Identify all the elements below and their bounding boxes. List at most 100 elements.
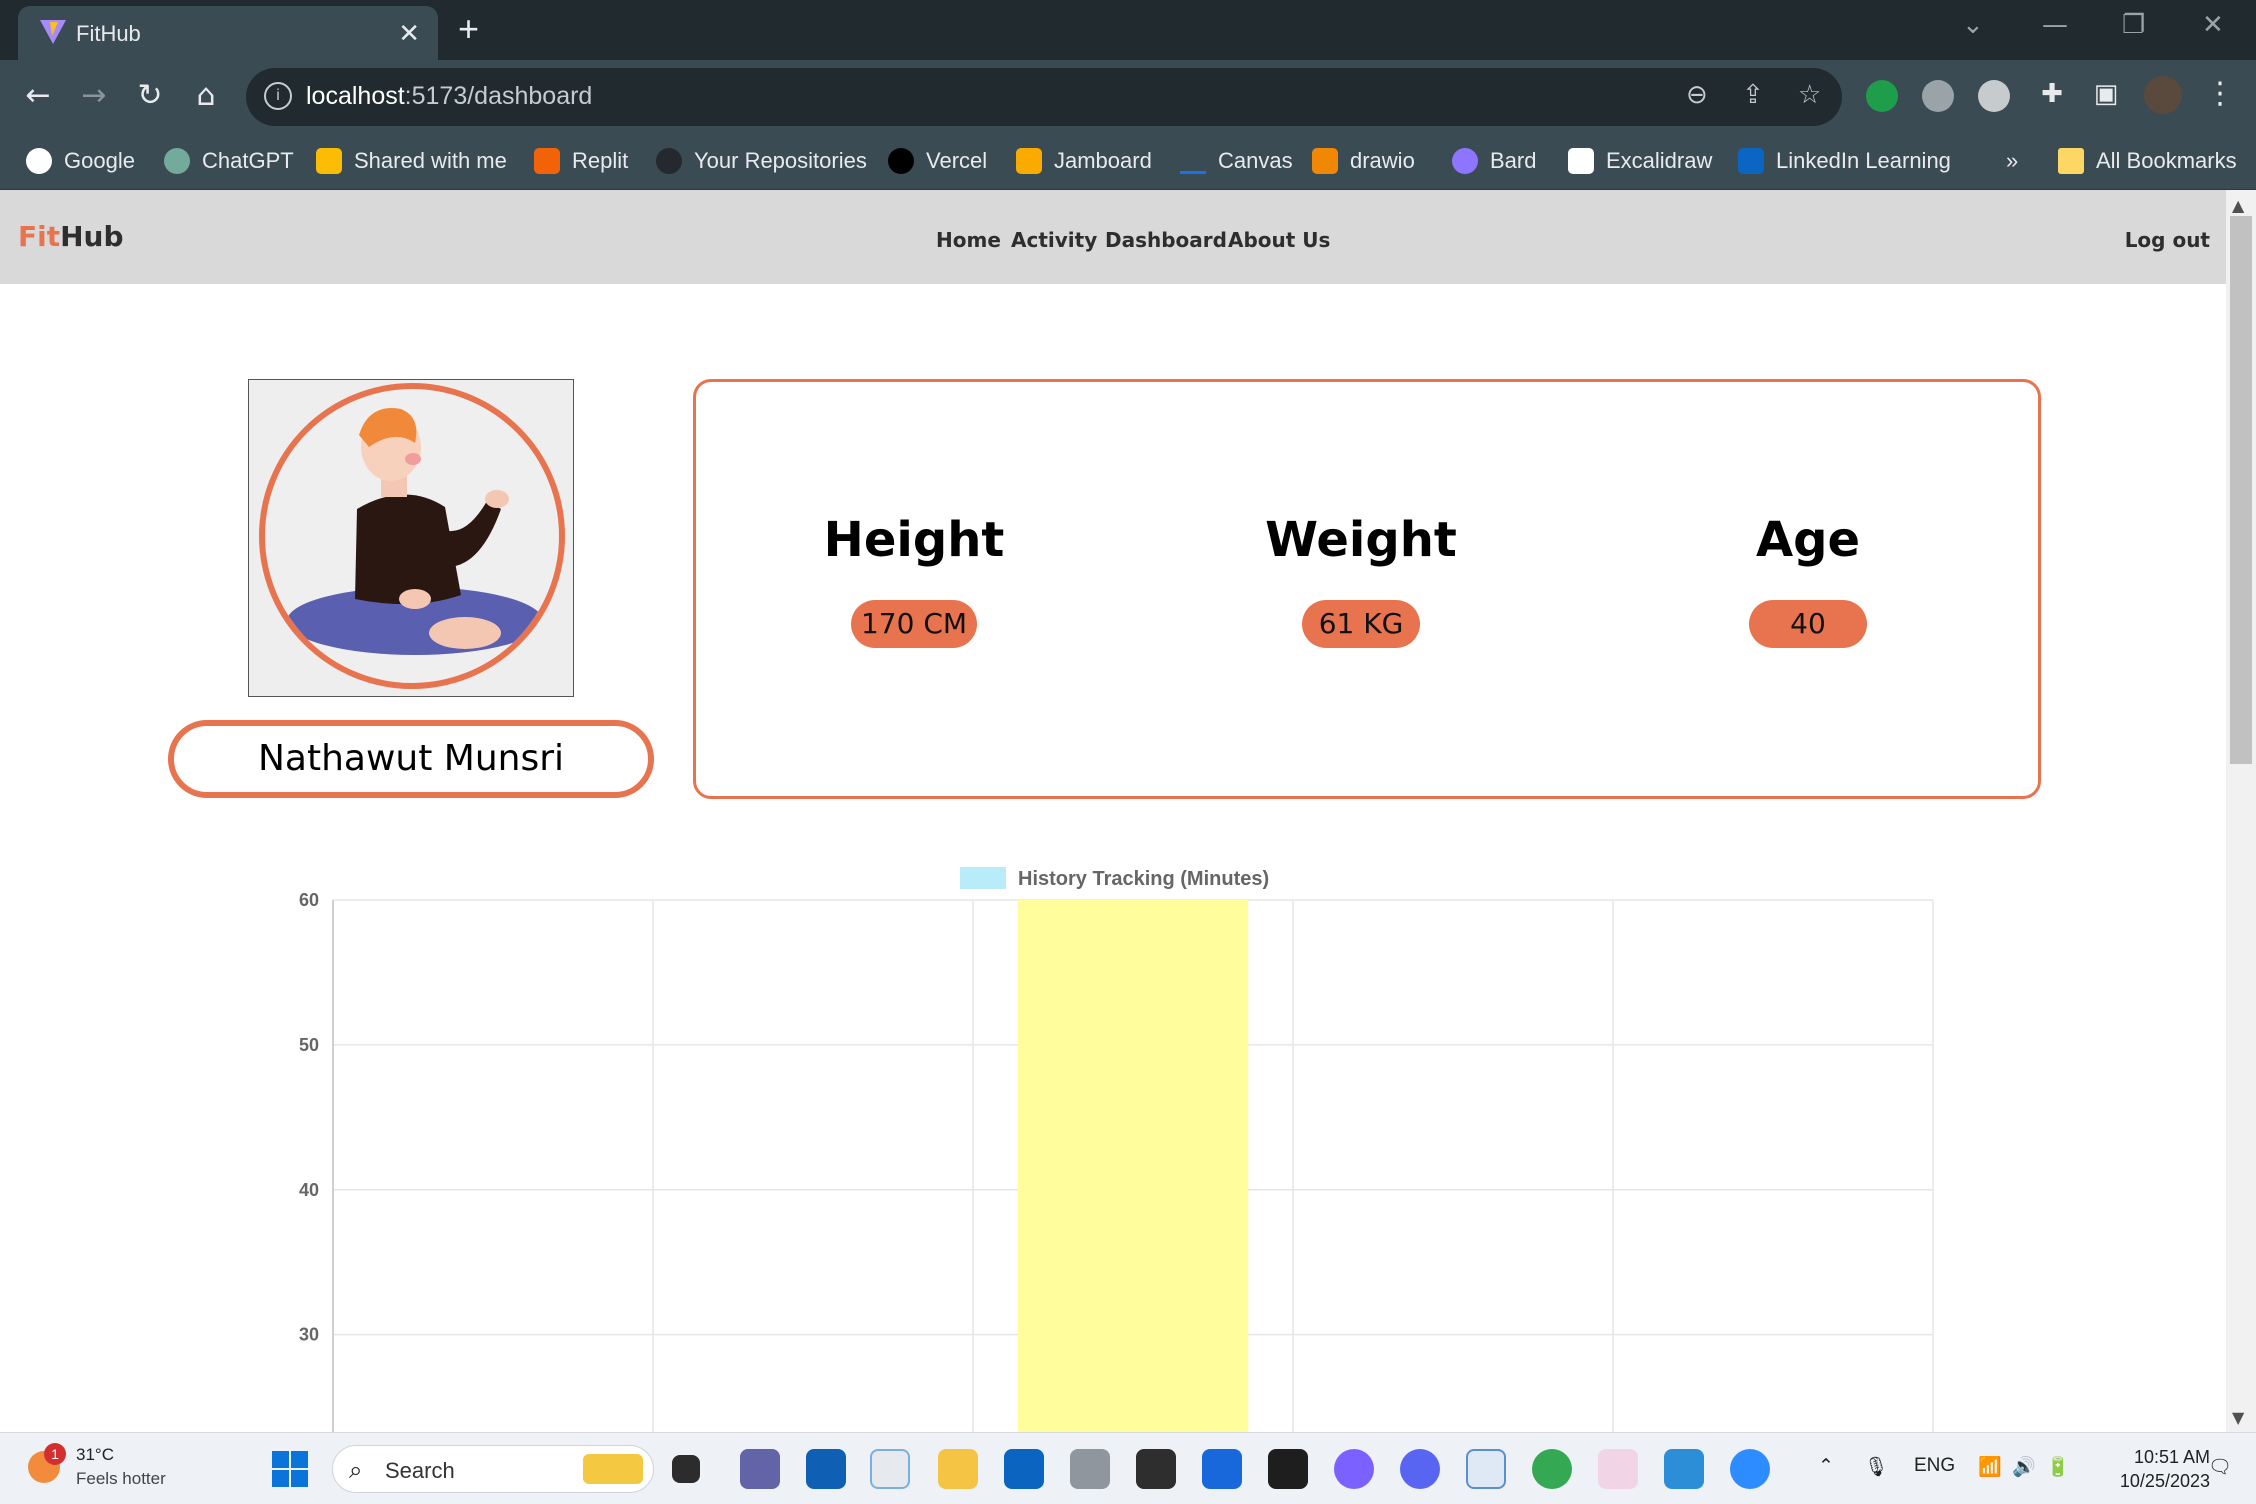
volume-icon[interactable]: 🔊 (2012, 1455, 2036, 1479)
bookmark-jamboard[interactable]: Jamboard (1016, 144, 1152, 178)
bookmark-star-icon[interactable]: ☆ (1798, 80, 1821, 110)
app-window-icon[interactable] (1466, 1449, 1506, 1489)
stat-weight: Weight 61 KG (1211, 512, 1511, 648)
file-explorer-icon[interactable] (938, 1449, 978, 1489)
extensions-puzzle-icon[interactable]: ✚ (2032, 74, 2072, 114)
folder-icon (2058, 148, 2084, 174)
bookmark-linkedin-learning[interactable]: LinkedIn Learning (1738, 144, 1951, 178)
canvas-icon (1180, 148, 1206, 174)
y-tick-label: 50 (299, 1035, 319, 1055)
bookmark-canvas[interactable]: Canvas (1180, 144, 1293, 178)
discord-icon[interactable] (1400, 1449, 1440, 1489)
profile-avatar[interactable] (2144, 76, 2182, 114)
bookmark-vercel[interactable]: Vercel (888, 144, 987, 178)
new-tab-icon[interactable]: + (458, 8, 479, 50)
copilot-icon[interactable] (1334, 1449, 1374, 1489)
side-panel-icon[interactable]: ▣ (2086, 74, 2126, 114)
home-icon[interactable]: ⌂ (186, 76, 226, 116)
settings-gear-icon[interactable] (1978, 80, 2010, 112)
nav-home[interactable]: Home (936, 228, 1001, 252)
y-tick-label: 30 (299, 1325, 319, 1345)
chrome-icon[interactable] (1532, 1449, 1572, 1489)
database-icon[interactable] (1070, 1449, 1110, 1489)
bookmark-chatgpt[interactable]: ChatGPT (164, 144, 294, 178)
drawio-icon (1312, 148, 1338, 174)
y-tick-label: 60 (299, 890, 319, 910)
language-indicator[interactable]: ENG (1914, 1455, 1955, 1477)
scroll-up-icon[interactable]: ▲ (2232, 196, 2244, 215)
logout-link[interactable]: Log out (2125, 228, 2210, 252)
drive-icon (316, 148, 342, 174)
bookmark-shared-with-me[interactable]: Shared with me (316, 144, 507, 178)
tray-overflow-icon[interactable]: ⌃ (1818, 1455, 1834, 1478)
zoom-icon[interactable] (1730, 1449, 1770, 1489)
nav-about-us[interactable]: About Us (1228, 228, 1330, 252)
extension-green-icon[interactable] (1866, 80, 1898, 112)
forward-arrow-icon[interactable]: → (74, 76, 114, 116)
tab-close-icon[interactable]: ✕ (398, 18, 420, 49)
store-icon[interactable] (806, 1449, 846, 1489)
trello-icon[interactable] (1202, 1449, 1242, 1489)
figma-icon[interactable] (1268, 1449, 1308, 1489)
stat-label: Age (1755, 512, 1861, 568)
slack-icon[interactable] (1598, 1449, 1638, 1489)
share-icon[interactable]: ⇪ (1742, 80, 1764, 110)
vscode-icon[interactable] (1664, 1449, 1704, 1489)
stat-value-badge: 170 CM (850, 600, 978, 648)
window-close-icon[interactable]: ✕ (2202, 10, 2224, 40)
back-arrow-icon[interactable]: ← (18, 76, 58, 116)
scrollbar-thumb[interactable] (2230, 216, 2252, 764)
fithub-logo[interactable]: FitHub (18, 220, 124, 253)
restore-icon[interactable]: ❐ (2122, 10, 2145, 40)
zoom-icon[interactable]: ⊖ (1686, 80, 1708, 110)
task-view-icon[interactable] (672, 1455, 700, 1483)
vite-favicon-icon (40, 20, 66, 44)
terminal-icon[interactable] (1136, 1449, 1176, 1489)
weather-temperature[interactable]: 31°C (76, 1445, 114, 1465)
battery-icon[interactable]: 🔋 (2046, 1455, 2070, 1479)
all-bookmarks-folder[interactable]: All Bookmarks (2058, 144, 2237, 178)
tab-search-icon[interactable]: ⌄ (1962, 10, 1984, 40)
search-highlight-icon (583, 1454, 643, 1484)
clock-date: 10/25/2023 (2119, 1471, 2210, 1491)
chrome-menu-icon[interactable]: ⋮ (2200, 74, 2240, 114)
nav-activity[interactable]: Activity (1011, 228, 1097, 252)
user-name: Nathawut Munsri (168, 720, 654, 798)
system-clock[interactable]: 10:51 AM 10/25/2023 (2120, 1445, 2210, 1493)
history-chart: 6050403020History Tracking (Minutes) (260, 855, 1960, 1504)
notification-icon[interactable]: 🗨 (2208, 1455, 2232, 1479)
nav-dashboard[interactable]: Dashboard (1105, 228, 1227, 252)
site-info-icon[interactable]: i (264, 82, 292, 110)
legend-label: History Tracking (Minutes) (1018, 868, 1269, 890)
minimize-icon[interactable]: — (2042, 10, 2068, 40)
bookmark-replit[interactable]: Replit (534, 144, 628, 178)
history-chart-svg: 6050403020History Tracking (Minutes) (299, 867, 1934, 1504)
outlook-icon[interactable] (1004, 1449, 1044, 1489)
browser-tab[interactable]: FitHub ✕ (18, 6, 438, 60)
scroll-down-icon[interactable]: ▼ (2232, 1408, 2244, 1427)
address-bar[interactable]: i localhost:5173/dashboard ⊖ ⇪ ☆ (246, 68, 1842, 126)
reload-icon[interactable]: ↻ (130, 76, 170, 116)
snipping-tool-icon[interactable] (870, 1449, 910, 1489)
app-navbar: FitHub Home Activity Dashboard About Us … (0, 190, 2226, 284)
bookmark-your-repositories[interactable]: Your Repositories (656, 144, 867, 178)
weather-description[interactable]: Feels hotter (76, 1469, 166, 1489)
avatar-illustration (287, 408, 543, 655)
stat-age: Age 40 (1658, 512, 1958, 648)
taskbar-search[interactable]: ⌕ Search (332, 1445, 654, 1493)
bookmark-excalidraw[interactable]: Excalidraw (1568, 144, 1712, 178)
bookmark-google[interactable]: Google (26, 144, 135, 178)
more-bookmarks-icon[interactable]: » (2006, 144, 2018, 178)
stat-label: Height (823, 512, 1005, 568)
wifi-icon[interactable]: 📶 (1978, 1455, 2002, 1479)
teams-icon[interactable] (740, 1449, 780, 1489)
linkedin-learning-icon (1738, 148, 1764, 174)
screenshot-extension-icon[interactable] (1922, 80, 1954, 112)
bookmark-drawio[interactable]: drawio (1312, 144, 1415, 178)
clock-time: 10:51 AM (2133, 1447, 2210, 1467)
bookmark-bard[interactable]: Bard (1452, 144, 1536, 178)
search-icon: ⌕ (349, 1456, 363, 1484)
stat-label: Weight (1265, 512, 1457, 568)
microphone-icon[interactable]: 🎙 (1864, 1455, 1888, 1479)
windows-start-icon[interactable] (272, 1451, 308, 1487)
